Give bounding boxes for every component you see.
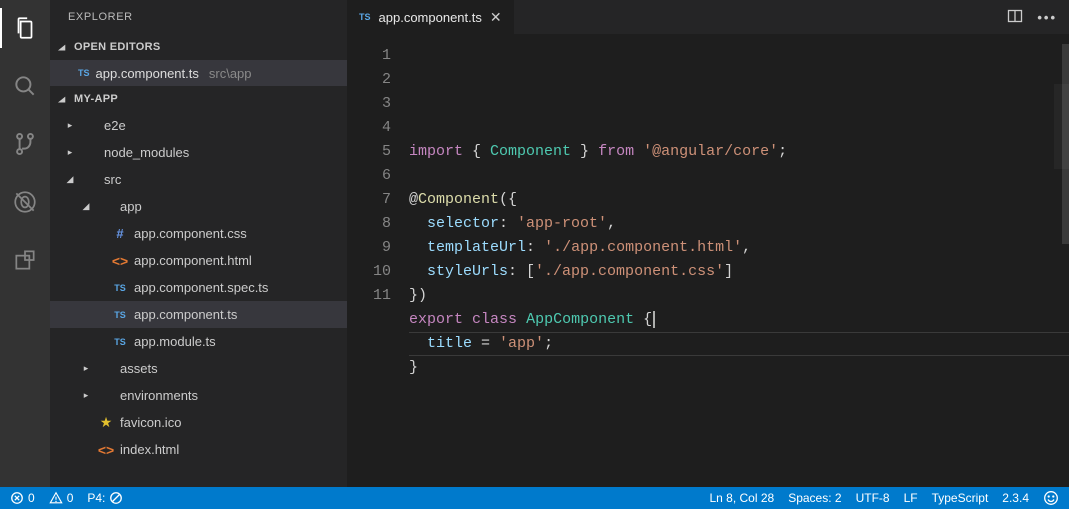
status-cursor[interactable]: Ln 8, Col 28	[709, 491, 774, 505]
folder-assets[interactable]: ▸ assets	[50, 355, 347, 382]
section-project[interactable]: ◢ MY-APP	[50, 86, 347, 112]
tree-label: app.component.spec.ts	[134, 280, 268, 295]
folder-app[interactable]: ◢ app	[50, 193, 347, 220]
editor-group: TS app.component.ts ✕ ••• 1234567891011 …	[347, 0, 1069, 487]
status-warnings[interactable]: 0	[49, 491, 74, 505]
status-ext[interactable]: 2.3.4	[1002, 491, 1029, 505]
file-icon: <>	[98, 442, 114, 458]
activity-explorer-icon[interactable]	[0, 8, 50, 48]
activity-debug-icon[interactable]	[0, 182, 50, 222]
sidebar-title: EXPLORER	[50, 0, 347, 34]
tab-label: app.component.ts	[379, 10, 482, 25]
open-editor-dir: src\app	[209, 66, 252, 81]
tree-label: favicon.ico	[120, 415, 181, 430]
file-index.html[interactable]: <> index.html	[50, 436, 347, 463]
tree-label: app.component.css	[134, 226, 247, 241]
file-app.component.spec.ts[interactable]: TS app.component.spec.ts	[50, 274, 347, 301]
chevron-down-icon: ◢	[56, 43, 68, 52]
status-bar: 0 0 P4: Ln 8, Col 28 Spaces: 2 UTF-8 LF …	[0, 487, 1069, 509]
tab-app-component[interactable]: TS app.component.ts ✕	[347, 0, 515, 34]
status-spaces[interactable]: Spaces: 2	[788, 491, 841, 505]
file-icon: #	[112, 226, 128, 241]
twistie-icon: ◢	[80, 201, 92, 212]
file-icon: ★	[98, 414, 114, 431]
feedback-icon[interactable]	[1043, 490, 1059, 506]
file-icon: TS	[112, 283, 128, 293]
status-errors[interactable]: 0	[10, 491, 35, 505]
activity-git-icon[interactable]	[0, 124, 50, 164]
twistie-icon: ▸	[64, 120, 76, 131]
tab-bar: TS app.component.ts ✕ •••	[347, 0, 1069, 34]
file-app.module.ts[interactable]: TS app.module.ts	[50, 328, 347, 355]
tree-label: assets	[120, 361, 158, 376]
section-open-editors-label: OPEN EDITORS	[74, 41, 161, 53]
twistie-icon: ▸	[80, 363, 92, 374]
file-icon: TS	[112, 310, 128, 320]
open-editor-name: app.component.ts	[96, 66, 199, 81]
file-app.component.html[interactable]: <> app.component.html	[50, 247, 347, 274]
file-icon: <>	[112, 253, 128, 269]
folder-src[interactable]: ◢ src	[50, 166, 347, 193]
explorer-sidebar: EXPLORER ◢ OPEN EDITORS TS app.component…	[50, 0, 347, 487]
twistie-icon: ▸	[80, 390, 92, 401]
tree-label: index.html	[120, 442, 179, 457]
status-encoding[interactable]: UTF-8	[856, 491, 890, 505]
status-language[interactable]: TypeScript	[932, 491, 989, 505]
open-editor-item[interactable]: TS app.component.ts src\app	[50, 60, 347, 86]
tree-label: app.module.ts	[134, 334, 216, 349]
status-eol[interactable]: LF	[904, 491, 918, 505]
activity-bar	[0, 0, 50, 487]
ts-icon: TS	[78, 68, 90, 78]
tree-label: e2e	[104, 118, 126, 133]
section-project-label: MY-APP	[74, 93, 118, 105]
ts-icon: TS	[359, 12, 371, 22]
code-editor[interactable]: 1234567891011 import { Component } from …	[347, 34, 1069, 487]
activity-extensions-icon[interactable]	[0, 240, 50, 280]
file-icon: TS	[112, 337, 128, 347]
tree-label: app.component.ts	[134, 307, 237, 322]
section-open-editors[interactable]: ◢ OPEN EDITORS	[50, 34, 347, 60]
folder-environments[interactable]: ▸ environments	[50, 382, 347, 409]
folder-node_modules[interactable]: ▸ node_modules	[50, 139, 347, 166]
tree-label: app.component.html	[134, 253, 252, 268]
file-app.component.ts[interactable]: TS app.component.ts	[50, 301, 347, 328]
split-editor-icon[interactable]	[1007, 8, 1023, 27]
twistie-icon: ▸	[64, 147, 76, 158]
status-p4[interactable]: P4:	[87, 491, 123, 505]
file-favicon.ico[interactable]: ★ favicon.ico	[50, 409, 347, 436]
tree-label: src	[104, 172, 121, 187]
tree-label: environments	[120, 388, 198, 403]
more-icon[interactable]: •••	[1037, 10, 1057, 25]
file-tree: ▸ e2e ▸ node_modules ◢ src ◢ app # app.component.…	[50, 112, 347, 487]
tree-label: app	[120, 199, 142, 214]
activity-search-icon[interactable]	[0, 66, 50, 106]
tree-label: node_modules	[104, 145, 189, 160]
folder-e2e[interactable]: ▸ e2e	[50, 112, 347, 139]
twistie-icon: ◢	[64, 174, 76, 185]
chevron-down-icon: ◢	[56, 95, 68, 104]
close-icon[interactable]: ✕	[490, 9, 502, 26]
file-app.component.css[interactable]: # app.component.css	[50, 220, 347, 247]
